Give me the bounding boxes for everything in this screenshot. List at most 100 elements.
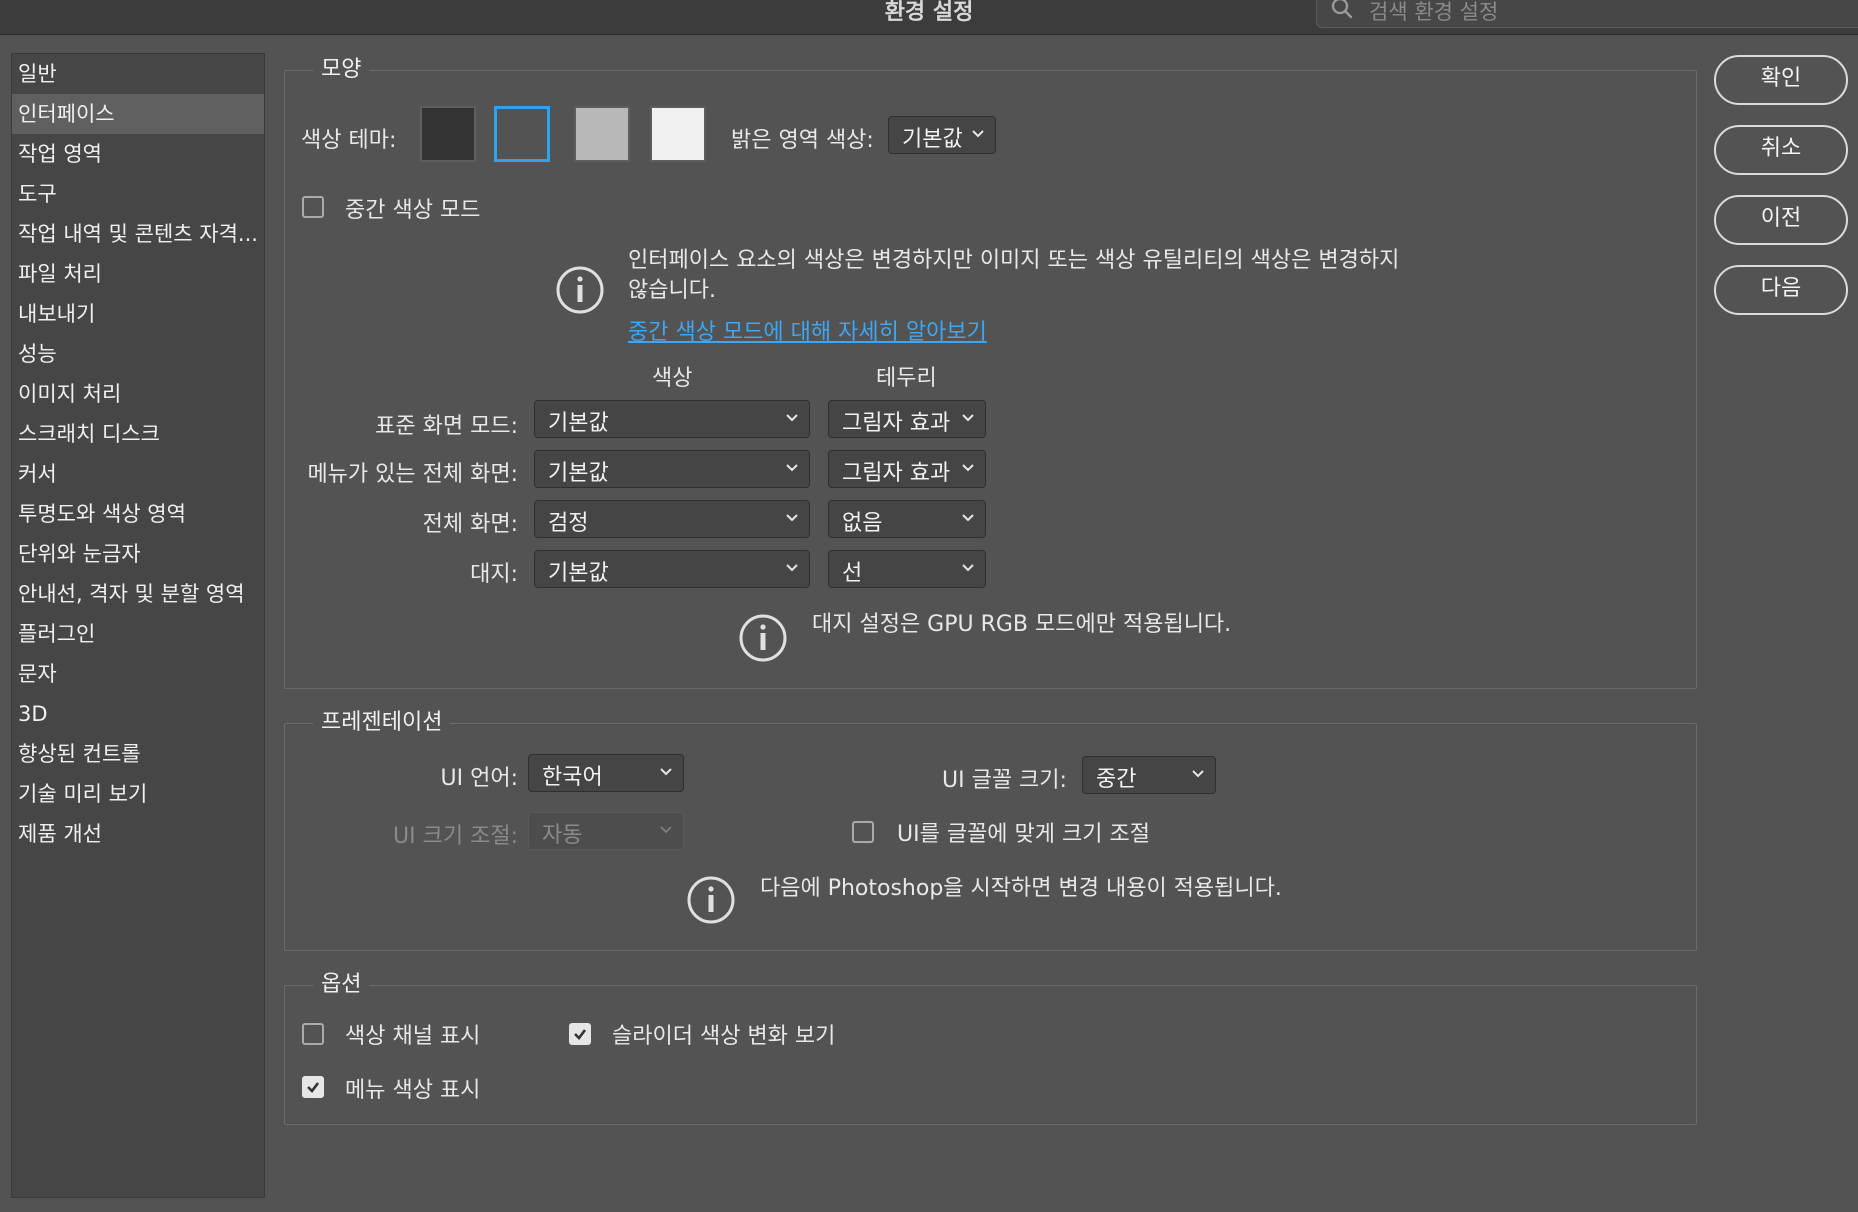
artboard-label: 대지: (470, 562, 518, 587)
sidebar-item-tools[interactable]: 도구 (12, 174, 264, 214)
full-screen-menus-color-select[interactable]: 기본값 (534, 450, 810, 488)
full-screen-menus-label: 메뉴가 있는 전체 화면: (307, 462, 518, 487)
sidebar-item-3d[interactable]: 3D (12, 694, 264, 734)
ui-scaling-select: 자동 (528, 812, 684, 850)
sidebar-item-performance[interactable]: 성능 (12, 334, 264, 374)
sidebar-item-general[interactable]: 일반 (12, 54, 264, 94)
options-group: 옵션 (284, 966, 1697, 1125)
artboard-color-value: 기본값 (548, 561, 609, 586)
sidebar-item-guides-grid-slices[interactable]: 안내선, 격자 및 분할 영역 (12, 574, 264, 614)
appearance-legend: 모양 (313, 51, 370, 83)
full-screen-color-value: 검정 (548, 511, 589, 536)
ui-language-select[interactable]: 한국어 (528, 754, 684, 792)
full-screen-color-select[interactable]: 검정 (534, 500, 810, 538)
sidebar-item-image-processing[interactable]: 이미지 처리 (12, 374, 264, 414)
sidebar-item-history-content-credentials[interactable]: 작업 내역 및 콘텐츠 자격... (12, 214, 264, 254)
sidebar-item-scratch-disks[interactable]: 스크래치 디스크 (12, 414, 264, 454)
chevron-down-icon (786, 414, 798, 422)
prev-button[interactable]: 이전 (1714, 195, 1848, 245)
sidebar-item-export[interactable]: 내보내기 (12, 294, 264, 334)
appearance-group: 모양 (284, 51, 1697, 689)
ui-font-size-label: UI 글꼴 크기: (942, 768, 1067, 793)
show-channels-checkbox[interactable] (302, 1023, 324, 1045)
mid-color-mode-checkbox[interactable] (302, 196, 324, 218)
sidebar-item-file-handling[interactable]: 파일 처리 (12, 254, 264, 294)
ui-scaling-label: UI 크기 조절: (393, 824, 518, 849)
highlight-color-label: 밝은 영역 색상: (731, 128, 874, 153)
full-screen-menus-color-value: 기본값 (548, 461, 609, 486)
options-legend: 옵션 (313, 966, 370, 998)
theme-swatch-light[interactable] (650, 106, 706, 162)
theme-swatch-medium-light[interactable] (574, 106, 630, 162)
color-theme-label: 색상 테마: (301, 128, 397, 153)
standard-screen-border-value: 그림자 효과 (842, 411, 951, 436)
mid-color-learn-more-link[interactable]: 중간 색상 모드에 대해 자세히 알아보기 (628, 314, 987, 346)
ui-language-label: UI 언어: (440, 766, 518, 791)
column-header-color: 색상 (652, 366, 693, 391)
sidebar-item-units-rulers[interactable]: 단위와 눈금자 (12, 534, 264, 574)
full-screen-border-value: 없음 (842, 511, 883, 536)
full-screen-menus-border-value: 그림자 효과 (842, 461, 951, 486)
mid-color-mode-label: 중간 색상 모드 (345, 198, 481, 223)
menu-colors-label: 메뉴 색상 표시 (345, 1078, 481, 1103)
sidebar-item-technology-previews[interactable]: 기술 미리 보기 (12, 774, 264, 814)
slider-preview-checkbox[interactable] (569, 1023, 591, 1045)
standard-screen-mode-label: 표준 화면 모드: (375, 414, 518, 439)
sidebar-item-type[interactable]: 문자 (12, 654, 264, 694)
standard-screen-border-select[interactable]: 그림자 효과 (828, 400, 986, 438)
sidebar-item-workspace[interactable]: 작업 영역 (12, 134, 264, 174)
mid-color-info-line2: 않습니다. (628, 278, 716, 303)
standard-screen-color-value: 기본값 (548, 411, 609, 436)
artboard-info-text: 대지 설정은 GPU RGB 모드에만 적용됩니다. (812, 612, 1232, 637)
scale-to-font-checkbox[interactable] (852, 821, 874, 843)
chevron-down-icon (962, 514, 974, 522)
show-channels-label: 색상 채널 표시 (345, 1024, 481, 1049)
artboard-border-select[interactable]: 선 (828, 550, 986, 588)
standard-screen-color-select[interactable]: 기본값 (534, 400, 810, 438)
info-icon (739, 614, 787, 662)
full-screen-border-select[interactable]: 없음 (828, 500, 986, 538)
chevron-down-icon (962, 464, 974, 472)
theme-swatch-medium-dark[interactable] (494, 106, 550, 162)
chevron-down-icon (962, 414, 974, 422)
chevron-down-icon (660, 768, 672, 776)
ui-font-size-select[interactable]: 중간 (1082, 756, 1216, 794)
ui-language-value: 한국어 (542, 765, 603, 790)
presentation-legend: 프레젠테이션 (313, 704, 451, 736)
chevron-down-icon (972, 130, 984, 138)
chevron-down-icon (660, 826, 672, 834)
ok-button[interactable]: 확인 (1714, 55, 1848, 105)
highlight-color-select[interactable]: 기본값 (888, 116, 996, 154)
ui-scaling-value: 자동 (542, 823, 583, 848)
search-input[interactable]: 검색 환경 설정 (1316, 0, 1858, 28)
sidebar-item-cursors[interactable]: 커서 (12, 454, 264, 494)
sidebar-item-interface[interactable]: 인터페이스 (12, 94, 264, 134)
title-bar: 환경 설정 검색 환경 설정 (0, 0, 1858, 35)
chevron-down-icon (962, 564, 974, 572)
ui-font-size-value: 중간 (1096, 767, 1137, 792)
artboard-color-select[interactable]: 기본값 (534, 550, 810, 588)
info-icon (556, 266, 604, 314)
column-header-border: 테두리 (876, 366, 937, 391)
menu-colors-checkbox[interactable] (302, 1076, 324, 1098)
full-screen-label: 전체 화면: (422, 512, 518, 537)
sidebar-item-transparency-gamut[interactable]: 투명도와 색상 영역 (12, 494, 264, 534)
theme-swatch-darkest[interactable] (420, 106, 476, 162)
info-icon (687, 876, 735, 924)
chevron-down-icon (786, 464, 798, 472)
artboard-border-value: 선 (842, 561, 863, 586)
sidebar-item-plugins[interactable]: 플러그인 (12, 614, 264, 654)
checkmark-icon (574, 1029, 587, 1040)
sidebar: 일반 인터페이스 작업 영역 도구 작업 내역 및 콘텐츠 자격... 파일 처… (11, 53, 265, 1198)
sidebar-item-enhanced-controls[interactable]: 향상된 컨트롤 (12, 734, 264, 774)
scale-to-font-label: UI를 글꼴에 맞게 크기 조절 (897, 822, 1150, 847)
full-screen-menus-border-select[interactable]: 그림자 효과 (828, 450, 986, 488)
chevron-down-icon (786, 514, 798, 522)
next-button[interactable]: 다음 (1714, 265, 1848, 315)
sidebar-item-product-improvement[interactable]: 제품 개선 (12, 814, 264, 854)
slider-preview-label: 슬라이더 색상 변화 보기 (612, 1024, 836, 1049)
checkmark-icon (307, 1082, 320, 1093)
mid-color-info-line1: 인터페이스 요소의 색상은 변경하지만 이미지 또는 색상 유틸리티의 색상은 … (628, 248, 1400, 273)
chevron-down-icon (1192, 770, 1204, 778)
cancel-button[interactable]: 취소 (1714, 125, 1848, 175)
